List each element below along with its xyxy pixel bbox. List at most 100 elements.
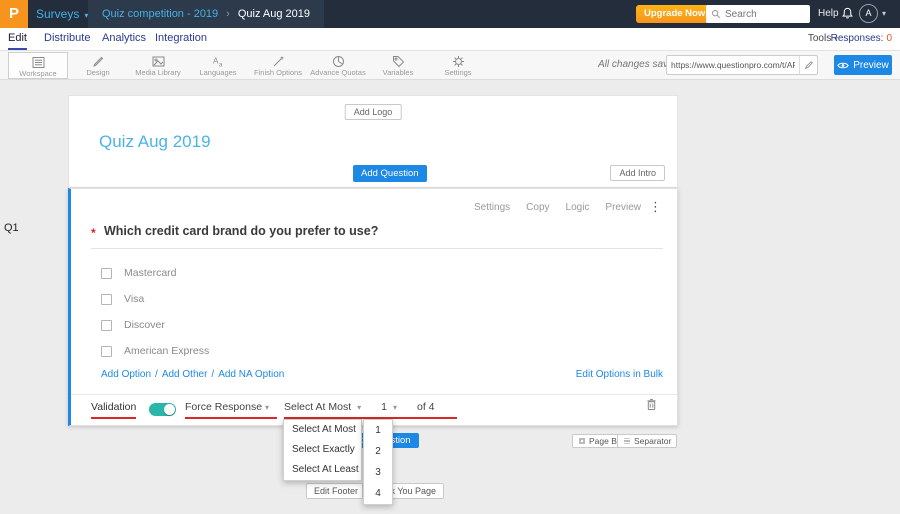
tab-edit[interactable]: Edit <box>8 28 27 50</box>
toolbar-item-workspace[interactable]: Workspace <box>8 52 68 79</box>
question-actions: Settings Copy Logic Preview <box>474 202 641 213</box>
help-link[interactable]: Help <box>818 0 839 28</box>
menu-item-1[interactable]: 1 <box>364 420 392 441</box>
option-row: Visa <box>101 292 144 306</box>
add-na-option-link[interactable]: Add NA Option <box>218 369 284 380</box>
variables-tag-icon <box>392 56 404 68</box>
account-chevron-down-icon[interactable]: ▾ <box>882 0 886 28</box>
toolbar-item-languages[interactable]: Aa Languages <box>188 52 248 79</box>
menu-item-4[interactable]: 4 <box>364 483 392 504</box>
survey-url-input[interactable] <box>667 60 799 70</box>
search-input[interactable] <box>725 8 805 20</box>
separator-icon <box>624 438 630 444</box>
toolbar-item-media-library[interactable]: Media Library <box>128 52 188 79</box>
question-copy-link[interactable]: Copy <box>526 202 549 213</box>
required-asterisk: * <box>91 226 96 240</box>
option-row: American Express <box>101 344 209 358</box>
upgrade-now-button[interactable]: Upgrade Now <box>636 5 714 23</box>
notifications-bell-icon[interactable] <box>841 7 854 23</box>
toolbar-item-variables[interactable]: Variables <box>368 52 428 79</box>
breadcrumb-parent[interactable]: Quiz competition - 2019 <box>102 8 218 20</box>
question-number-label: Q1 <box>4 222 19 234</box>
menu-item-select-at-least[interactable]: Select At Least <box>284 460 361 480</box>
option-add-links: Add Option / Add Other / Add NA Option <box>101 369 284 380</box>
design-brush-icon <box>92 56 103 67</box>
add-logo-button[interactable]: Add Logo <box>344 104 402 120</box>
add-question-button[interactable]: Add Question <box>353 165 427 182</box>
add-intro-button[interactable]: Add Intro <box>610 165 665 181</box>
toolbar-item-settings[interactable]: Settings <box>428 52 488 79</box>
toolbar-item-advance-quotas[interactable]: Advance Quotas <box>308 52 368 79</box>
option-label[interactable]: Visa <box>124 293 144 305</box>
survey-title[interactable]: Quiz Aug 2019 <box>99 132 211 152</box>
edit-footer-button[interactable]: Edit Footer <box>306 483 367 499</box>
breadcrumb-separator-icon: › <box>226 8 230 20</box>
preview-button[interactable]: Preview <box>834 55 892 75</box>
checkbox[interactable] <box>101 345 112 357</box>
toolbar-item-design[interactable]: Design <box>68 52 128 79</box>
toggle-knob <box>164 404 175 415</box>
chevron-down-icon: ▾ <box>264 403 269 412</box>
questionpro-logo[interactable]: P <box>0 0 28 28</box>
menu-item-3[interactable]: 3 <box>364 462 392 483</box>
option-row: Mastercard <box>101 266 177 280</box>
settings-gear-icon <box>452 56 464 67</box>
option-label[interactable]: American Express <box>124 345 209 357</box>
surveys-menu-label: Surveys <box>36 7 80 21</box>
responses-count: 0 <box>886 33 892 44</box>
option-row: Discover <box>101 318 165 332</box>
global-search <box>706 5 810 23</box>
question-card: Settings Copy Logic Preview ⋮ * Which cr… <box>68 188 678 426</box>
checkbox[interactable] <box>101 319 112 331</box>
tab-integration[interactable]: Integration <box>155 28 207 50</box>
question-text[interactable]: Which credit card brand do you prefer to… <box>104 224 378 238</box>
validation-toggle[interactable] <box>149 403 176 416</box>
question-divider <box>91 248 663 249</box>
count-dropdown-menu: 1 2 3 4 <box>363 419 393 505</box>
responses-counter[interactable]: Responses: 0 <box>831 28 892 50</box>
of-total-label: of 4 <box>417 401 435 413</box>
edit-url-pencil-icon[interactable] <box>799 56 817 74</box>
menu-item-select-exactly[interactable]: Select Exactly <box>284 440 361 460</box>
breadcrumb-current: Quiz Aug 2019 <box>237 8 311 20</box>
option-label[interactable]: Discover <box>124 319 165 331</box>
count-dropdown[interactable]: 1 <box>381 401 387 413</box>
add-other-link[interactable]: Add Other <box>162 369 208 380</box>
main-nav: Edit Distribute Analytics Integration To… <box>0 28 900 51</box>
validation-label: Validation <box>91 401 137 419</box>
chevron-down-icon: ▾ <box>357 403 362 412</box>
more-options-icon[interactable]: ⋮ <box>649 199 662 215</box>
eye-icon <box>837 62 849 68</box>
finish-options-wand-icon <box>273 56 283 67</box>
rule-dropdown[interactable]: Select At Most <box>284 401 351 413</box>
page-break-icon <box>579 438 585 444</box>
delete-question-trash-icon[interactable] <box>646 398 657 414</box>
breadcrumb: Quiz competition - 2019 › Quiz Aug 2019 <box>88 0 325 28</box>
validation-rule-controls: Select At Most ▾ 1 ▾ of 4 <box>284 401 457 419</box>
edit-options-in-bulk-link[interactable]: Edit Options in Bulk <box>576 369 663 380</box>
question-preview-link[interactable]: Preview <box>605 202 641 213</box>
option-label[interactable]: Mastercard <box>124 267 177 279</box>
validation-rule-dropdown-menu: Select At Most Select Exactly Select At … <box>283 419 362 481</box>
add-option-link[interactable]: Add Option <box>101 369 151 380</box>
search-icon <box>711 9 721 19</box>
validation-divider <box>71 394 677 395</box>
tab-distribute[interactable]: Distribute <box>44 28 90 50</box>
avatar[interactable]: A <box>859 4 878 23</box>
menu-item-2[interactable]: 2 <box>364 441 392 462</box>
workspace-icon <box>32 57 44 68</box>
slash-separator: / <box>155 369 158 380</box>
checkbox[interactable] <box>101 267 112 279</box>
tab-analytics[interactable]: Analytics <box>102 28 146 50</box>
survey-header-card: Add Logo Quiz Aug 2019 Add Question Add … <box>68 95 678 188</box>
separator-button[interactable]: Separator <box>617 434 678 448</box>
force-response-dropdown[interactable]: Force Response ▾ <box>185 401 277 419</box>
surveys-menu[interactable]: Surveys ▾ <box>36 0 88 28</box>
menu-item-select-at-most[interactable]: Select At Most <box>284 420 361 440</box>
survey-url-box <box>666 55 818 75</box>
checkbox[interactable] <box>101 293 112 305</box>
toolbar-item-finish-options[interactable]: Finish Options <box>248 52 308 79</box>
question-logic-link[interactable]: Logic <box>566 202 590 213</box>
question-settings-link[interactable]: Settings <box>474 202 510 213</box>
top-bar: P Surveys ▾ Quiz competition - 2019 › Qui… <box>0 0 900 28</box>
